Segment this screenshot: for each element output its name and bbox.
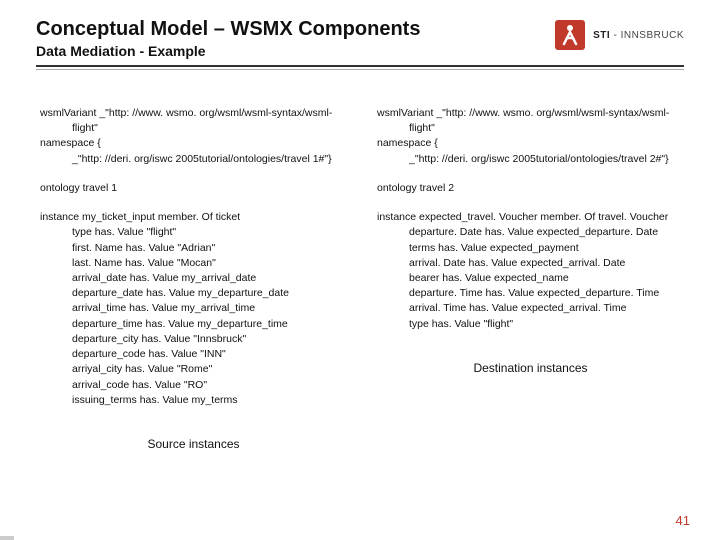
code-line: departure. Time has. Value expected_depa… [377, 286, 684, 301]
code-line: arrival_code has. Value "RO" [40, 378, 347, 393]
code-line: arrival. Date has. Value expected_arriva… [377, 256, 684, 271]
logo-mark-icon [555, 20, 585, 50]
right-ontology: ontology travel 2 [377, 181, 684, 196]
code-line: flight" [377, 121, 684, 136]
header-rule-thin [36, 69, 684, 70]
code-line: arrival. Time has. Value expected_arriva… [377, 301, 684, 316]
code-line: arrival_date has. Value my_arrival_date [40, 271, 347, 286]
code-line: type has. Value "flight" [377, 317, 684, 332]
code-line: _"http: //deri. org/iswc 2005tutorial/on… [377, 152, 684, 167]
code-line: _"http: //deri. org/iswc 2005tutorial/on… [40, 152, 347, 167]
code-line: namespace { [377, 136, 684, 151]
code-line: instance my_ticket_input member. Of tick… [40, 210, 347, 225]
left-instance-block: instance my_ticket_input member. Of tick… [40, 210, 347, 408]
code-line: departure_code has. Value "INN" [40, 347, 347, 362]
left-variant-block: wsmlVariant _"http: //www. wsmo. org/wsm… [40, 106, 347, 167]
right-variant-block: wsmlVariant _"http: //www. wsmo. org/wsm… [377, 106, 684, 167]
code-line: type has. Value "flight" [40, 225, 347, 240]
code-line: namespace { [40, 136, 347, 151]
code-line: wsmlVariant _"http: //www. wsmo. org/wsm… [40, 106, 347, 121]
code-line: issuing_terms has. Value my_terms [40, 393, 347, 408]
body-columns: wsmlVariant _"http: //www. wsmo. org/wsm… [0, 76, 720, 453]
code-line: departure. Date has. Value expected_depa… [377, 225, 684, 240]
right-instance-block: instance expected_travel. Voucher member… [377, 210, 684, 332]
code-line: arrival_time has. Value my_arrival_time [40, 301, 347, 316]
left-column: wsmlVariant _"http: //www. wsmo. org/wsm… [40, 106, 347, 453]
code-line: departure_time has. Value my_departure_t… [40, 317, 347, 332]
left-caption: Source instances [40, 436, 347, 453]
code-line: departure_city has. Value "Innsbruck" [40, 332, 347, 347]
code-line: terms has. Value expected_payment [377, 241, 684, 256]
header: Conceptual Model – WSMX Components Data … [0, 0, 720, 76]
brand-light: - INNSBRUCK [610, 30, 684, 41]
code-line: first. Name has. Value "Adrian" [40, 241, 347, 256]
code-line: departure_date has. Value my_departure_d… [40, 286, 347, 301]
slide: Conceptual Model – WSMX Components Data … [0, 0, 720, 540]
code-line: arriyal_city has. Value "Rome" [40, 362, 347, 377]
code-line: wsmlVariant _"http: //www. wsmo. org/wsm… [377, 106, 684, 121]
code-line: instance expected_travel. Voucher member… [377, 210, 684, 225]
page-number: 41 [676, 513, 690, 528]
brand-text: STI - INNSBRUCK [593, 30, 684, 41]
code-line: bearer has. Value expected_name [377, 271, 684, 286]
right-column: wsmlVariant _"http: //www. wsmo. org/wsm… [377, 106, 684, 453]
code-line: last. Name has. Value "Mocan" [40, 256, 347, 271]
left-ontology: ontology travel 1 [40, 181, 347, 196]
brand-strong: STI [593, 30, 610, 41]
footer-accent [0, 536, 14, 540]
code-line: flight" [40, 121, 347, 136]
right-caption: Destination instances [377, 360, 684, 377]
header-rule-thick [36, 65, 684, 67]
brand-logo: STI - INNSBRUCK [555, 20, 684, 50]
